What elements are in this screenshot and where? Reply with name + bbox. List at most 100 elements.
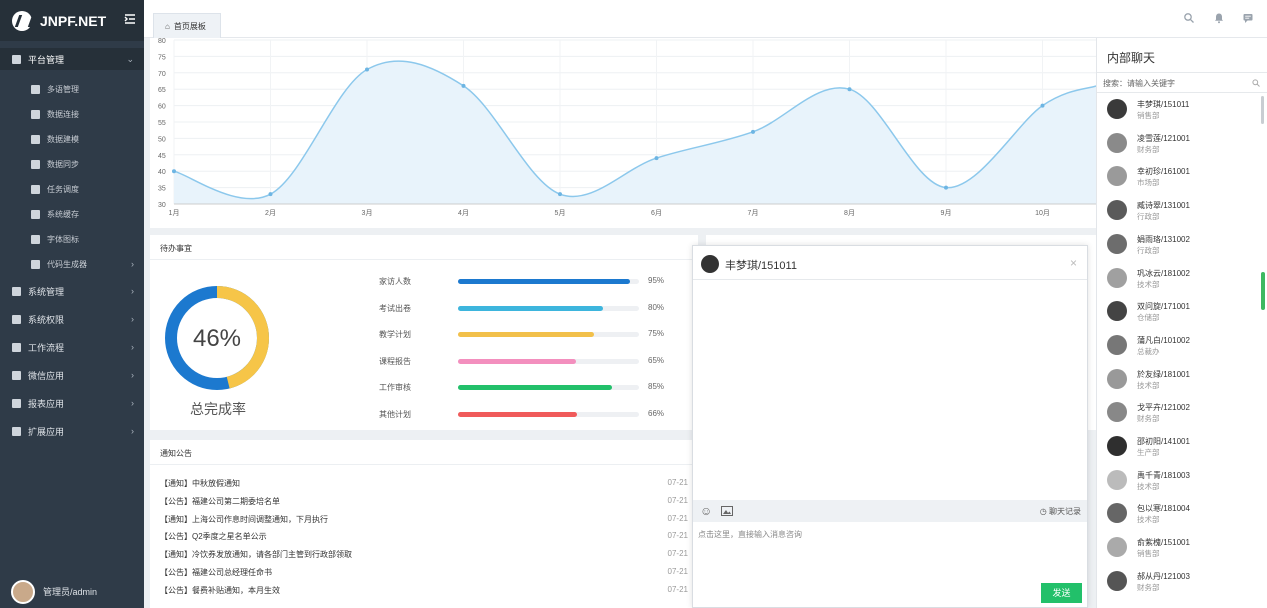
notice-date: 07-21 (667, 478, 688, 487)
shield-icon (12, 314, 21, 324)
contact-item[interactable]: 禹千青/181003 技术部 (1097, 464, 1262, 498)
logo[interactable]: JNPF.NET (0, 0, 144, 41)
notice-link[interactable]: 【公告】Q2季度之星名单公示 (160, 531, 267, 542)
contact-item[interactable]: 臧诗翠/131001 行政部 (1097, 194, 1262, 228)
contact-item[interactable]: 双问旋/171001 仓储部 (1097, 295, 1262, 329)
contact-item[interactable]: 蒲凡白/101002 总裁办 (1097, 329, 1262, 363)
sidebar-item[interactable]: 系统管理 › (0, 278, 144, 304)
data-point[interactable] (172, 169, 176, 174)
sidebar-subitem[interactable]: 多语管理 (0, 78, 144, 100)
progress-percent: 85% (648, 382, 665, 391)
contact-item[interactable]: 巩冰云/181002 技术部 (1097, 262, 1262, 296)
contact-dept: 财务部 (1137, 414, 1160, 424)
donut-label: 总完成率 (190, 401, 246, 417)
contact-item[interactable]: 戈平卉/121002 财务部 (1097, 396, 1262, 430)
sidebar-subitem-label: 数据连接 (47, 109, 79, 119)
contact-item[interactable]: 包以寒/181004 技术部 (1097, 497, 1262, 531)
message-area[interactable] (693, 280, 1087, 500)
contact-item[interactable]: 幸初珍/161001 市场部 (1097, 160, 1262, 194)
x-tick-label: 8月 (844, 209, 855, 217)
tab-home[interactable]: ⌂ 首页展板 (153, 13, 221, 38)
y-tick-label: 30 (158, 202, 166, 209)
sidebar-item[interactable]: 系统权限 › (0, 306, 144, 332)
contact-item[interactable]: 於友绿/181001 技术部 (1097, 363, 1262, 397)
avatar (1107, 166, 1127, 187)
notice-link[interactable]: 【通知】上海公司作息时间调整通知，下月执行 (160, 514, 328, 525)
image-icon[interactable] (721, 506, 733, 516)
data-point[interactable] (654, 156, 659, 161)
contact-name: 邵初阳/141001 (1137, 437, 1190, 446)
notice-link[interactable]: 【公告】餐费补贴通知，本月生效 (160, 585, 280, 596)
side-handle[interactable] (1261, 272, 1265, 310)
sidebar-subitem-label: 任务调度 (47, 184, 79, 194)
sidebar-item[interactable]: 报表应用 › (0, 390, 144, 416)
history-label: 聊天记录 (1049, 507, 1081, 516)
sidebar-subitem[interactable]: 数据同步 (0, 153, 144, 175)
contact-dept: 生产部 (1137, 448, 1160, 457)
contact-item[interactable]: 俞紫槐/151001 销售部 (1097, 531, 1262, 565)
sidebar-group-platform[interactable]: 平台管理 ⌄ (0, 48, 144, 70)
emoji-icon[interactable]: ☺ (700, 504, 712, 518)
data-point[interactable] (1040, 103, 1045, 108)
message-input[interactable]: 点击这里，直接输入消息咨询 (698, 529, 802, 540)
sidebar-subitem[interactable]: 数据连接 (0, 103, 144, 125)
data-point[interactable] (847, 87, 852, 92)
sidebar-item[interactable]: 微信应用 › (0, 362, 144, 388)
contact-item[interactable]: 娟雨珞/131002 行政部 (1097, 228, 1262, 262)
sidebar-item[interactable]: 扩展应用 › (0, 418, 144, 444)
avatar (701, 255, 719, 273)
contact-item[interactable]: 邵初阳/141001 生产部 (1097, 430, 1262, 464)
data-point[interactable] (751, 129, 755, 134)
contact-name: 於友绿/181001 (1137, 369, 1190, 379)
search-icon[interactable] (1183, 12, 1195, 24)
notice-link[interactable]: 【公告】福建公司第二期委培名单 (160, 496, 280, 507)
bell-icon[interactable] (1213, 12, 1225, 24)
search-icon[interactable] (1252, 79, 1260, 87)
list-icon (31, 109, 40, 119)
contact-item[interactable]: 丰梦琪/151011 销售部 (1097, 93, 1262, 127)
send-button[interactable]: 发送 (1041, 583, 1082, 603)
sidebar-subitem[interactable]: 字体图标 (0, 228, 144, 250)
contact-dept: 技术部 (1137, 481, 1160, 491)
sidebar-subitem[interactable]: 数据建模 (0, 128, 144, 150)
contact-item[interactable]: 郝从丹/121003 财务部 (1097, 565, 1262, 599)
chevron-right-icon: › (131, 314, 134, 324)
message-icon[interactable] (1242, 12, 1254, 24)
sidebar-subitem[interactable]: 任务调度 (0, 178, 144, 200)
chat-history-link[interactable]: ◷ 聊天记录 (1040, 506, 1081, 517)
menu-toggle-icon[interactable] (124, 13, 136, 25)
chat-window: 丰梦琪/151011 × ☺ ◷ 聊天记录 点击这里，直接输入消息咨询 发送 (692, 245, 1088, 608)
contact-search-input[interactable]: 搜索：请输入关键字 (1103, 78, 1175, 89)
data-point[interactable] (944, 185, 948, 190)
progress-percent: 95% (648, 276, 665, 285)
data-point[interactable] (268, 192, 273, 197)
sidebar-subitem[interactable]: 代码生成器 › (0, 253, 144, 275)
sidebar-subitem[interactable]: 系统缓存 (0, 203, 144, 225)
contact-dept: 销售部 (1137, 549, 1160, 559)
progress-track (458, 332, 639, 337)
notice-link[interactable]: 【公告】福建公司总经理任命书 (160, 567, 272, 578)
user-profile[interactable]: 管理员/admin (0, 575, 144, 608)
sidebar-item[interactable]: 工作流程 › (0, 334, 144, 360)
data-point[interactable] (365, 67, 369, 72)
avatar (1107, 267, 1127, 288)
chevron-right-icon: › (131, 342, 134, 352)
user-name: 管理员/admin (43, 587, 98, 597)
progress-percent: 66% (648, 408, 665, 418)
scrollbar[interactable] (1261, 96, 1264, 124)
contact-item[interactable]: 凌雪莲/121001 财务部 (1097, 127, 1262, 161)
close-icon[interactable]: × (1070, 256, 1077, 270)
progress-track (458, 279, 639, 284)
progress-fill (458, 305, 603, 311)
contact-name: 蒲凡白/101002 (1137, 335, 1190, 345)
contact-name: 郝从丹/121003 (1137, 571, 1190, 581)
chat-toolbar: ☺ ◷ 聊天记录 (693, 500, 1087, 522)
sidebar-item-label: 系统管理 (28, 286, 65, 297)
contact-dept: 仓储部 (1137, 313, 1160, 323)
notice-link[interactable]: 【通知】中秋放假通知 (160, 478, 240, 489)
notice-link[interactable]: 【通知】冷饮券发放通知，请各部门主管到行政部领取 (160, 549, 352, 560)
data-point[interactable] (558, 192, 562, 197)
data-point[interactable] (461, 83, 466, 88)
notice-date: 07-21 (667, 584, 688, 594)
card-title: 待办事宜 (160, 244, 192, 253)
